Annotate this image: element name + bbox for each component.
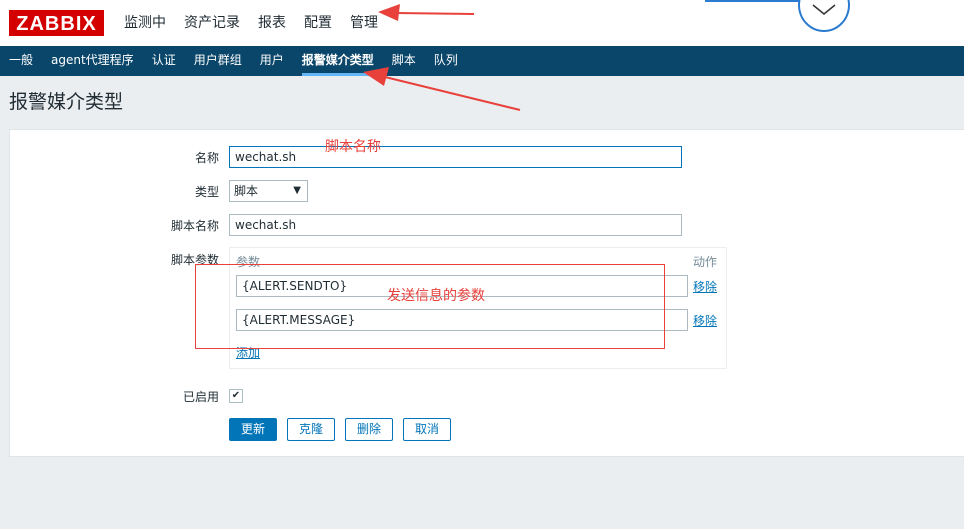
annotation-arrows	[363, 4, 521, 111]
arrow-to-media-types	[363, 67, 521, 111]
arrow-to-admin-menu	[378, 4, 475, 21]
